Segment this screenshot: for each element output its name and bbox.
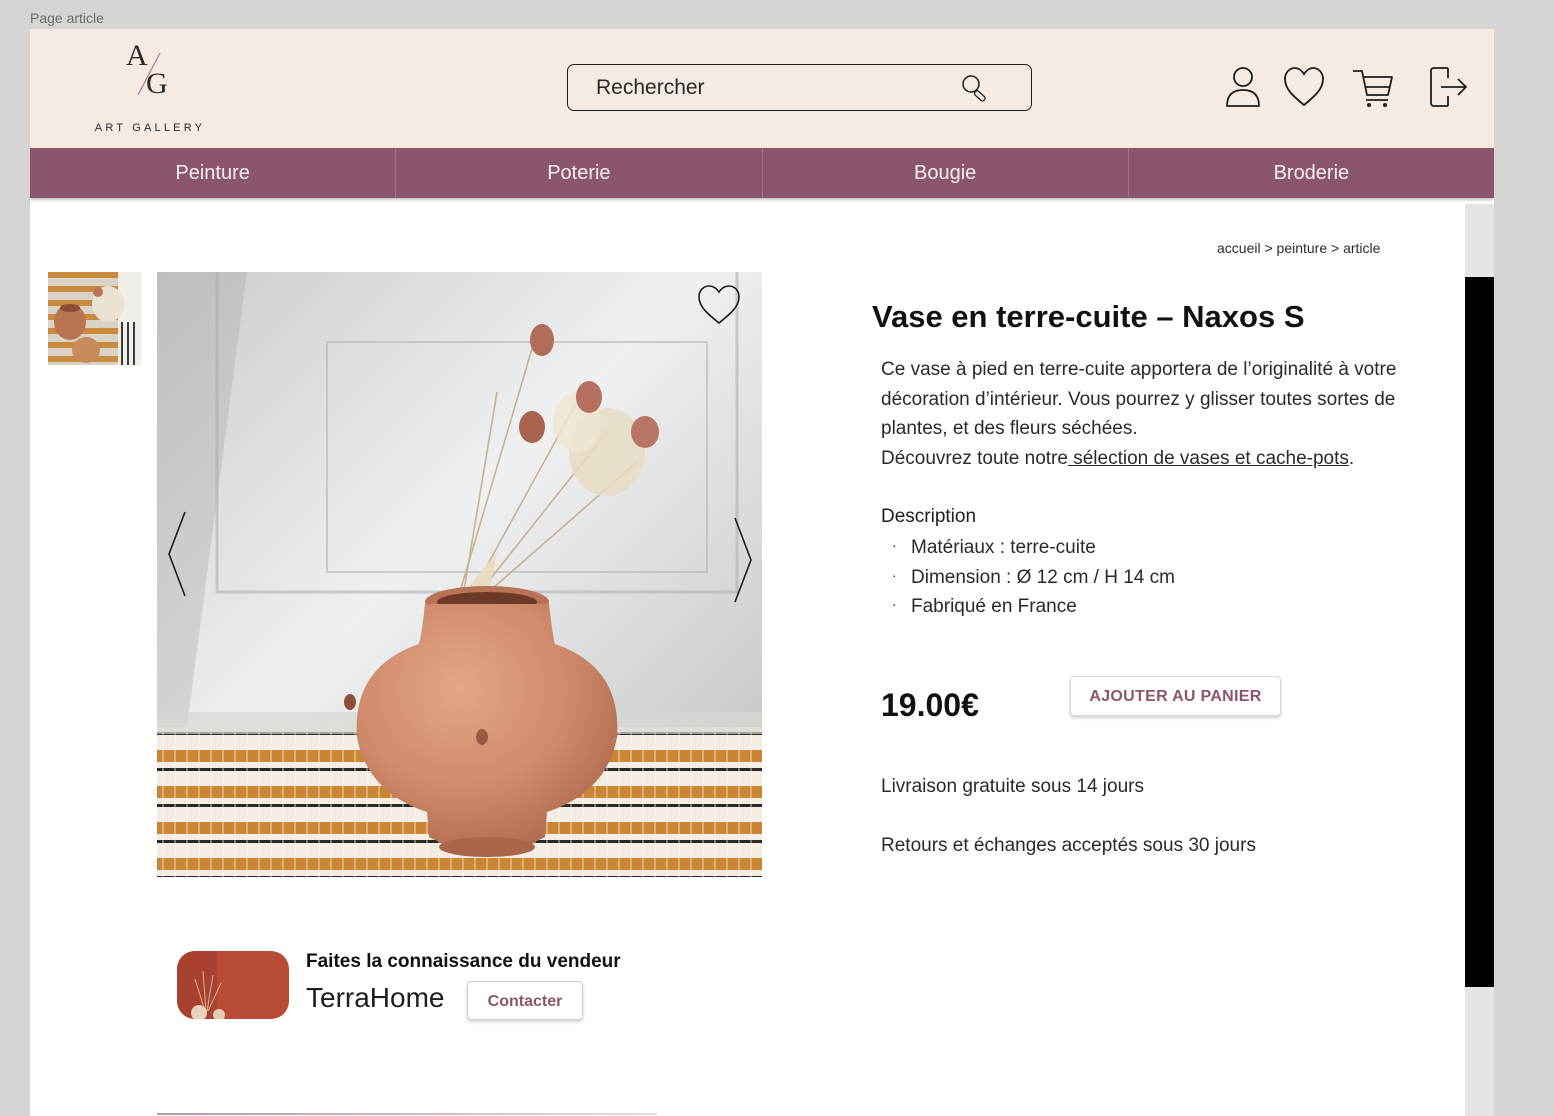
svg-text:A: A	[126, 39, 148, 72]
product-price: 19.00€	[881, 687, 979, 723]
nav-item-poterie[interactable]: Poterie	[396, 148, 763, 198]
seller-avatar[interactable]	[177, 951, 289, 1019]
next-image-arrow-icon[interactable]	[727, 504, 757, 604]
description-item: Fabriqué en France	[892, 590, 1175, 622]
breadcrumb[interactable]: accueil > peinture > article	[1217, 240, 1380, 256]
description-list: Matériaux : terre-cuite Dimension : Ø 12…	[892, 531, 1175, 622]
seller-name[interactable]: TerraHome	[306, 982, 444, 1014]
product-thumbnail[interactable]	[48, 272, 141, 365]
frame-label: Page article	[30, 10, 104, 26]
product-page: A G ART GALLERY Rechercher Peinture Pote…	[30, 29, 1494, 1116]
add-to-cart-button[interactable]: AJOUTER AU PANIER	[1070, 676, 1281, 716]
product-intro: Ce vase à pied en terre-cuite apportera …	[881, 355, 1401, 473]
nav-item-peinture[interactable]: Peinture	[30, 148, 397, 198]
site-logo[interactable]: A G ART GALLERY	[90, 37, 210, 137]
cart-icon[interactable]	[1352, 65, 1394, 109]
nav-item-broderie[interactable]: Broderie	[1129, 148, 1494, 198]
product-title: Vase en terre-cuite – Naxos S	[872, 299, 1305, 334]
intro-text: Ce vase à pied en terre-cuite apportera …	[881, 359, 1397, 439]
previous-image-arrow-icon[interactable]	[161, 504, 191, 604]
logout-icon[interactable]	[1428, 65, 1470, 109]
search-icon[interactable]	[961, 74, 991, 102]
description-heading: Description	[881, 506, 977, 527]
product-image	[157, 272, 762, 877]
category-nav: Peinture Poterie Bougie Broderie	[30, 148, 1494, 198]
search-bar[interactable]: Rechercher	[567, 64, 1032, 111]
shipping-info: Livraison gratuite sous 14 jours	[881, 776, 1144, 797]
logo-mark: A G	[126, 39, 168, 99]
site-header: A G ART GALLERY Rechercher	[30, 29, 1494, 148]
description-item: Dimension : Ø 12 cm / H 14 cm	[892, 561, 1175, 593]
section-divider	[157, 1113, 657, 1115]
discover-suffix: .	[1348, 447, 1355, 469]
product-photo	[157, 272, 762, 877]
logo-subtitle: ART GALLERY	[94, 122, 206, 134]
scrollbar-thumb[interactable]	[1465, 277, 1494, 987]
contact-seller-button[interactable]: Contacter	[467, 981, 583, 1020]
discover-prefix: Découvrez toute notre	[881, 447, 1068, 469]
vases-selection-link[interactable]: sélection de vases et cache-pots	[1068, 448, 1349, 469]
user-icon[interactable]	[1223, 65, 1265, 109]
favorite-heart-icon[interactable]	[696, 284, 742, 326]
heart-icon[interactable]	[1283, 65, 1325, 109]
seller-heading: Faites la connaissance du vendeur	[306, 951, 621, 972]
scrollbar-track[interactable]	[1465, 204, 1494, 1116]
description-item: Matériaux : terre-cuite	[892, 531, 1175, 563]
nav-item-bougie[interactable]: Bougie	[763, 148, 1129, 198]
search-input[interactable]: Rechercher	[596, 76, 705, 100]
svg-text:G: G	[146, 67, 168, 99]
returns-info: Retours et échanges acceptés sous 30 jou…	[881, 835, 1256, 856]
